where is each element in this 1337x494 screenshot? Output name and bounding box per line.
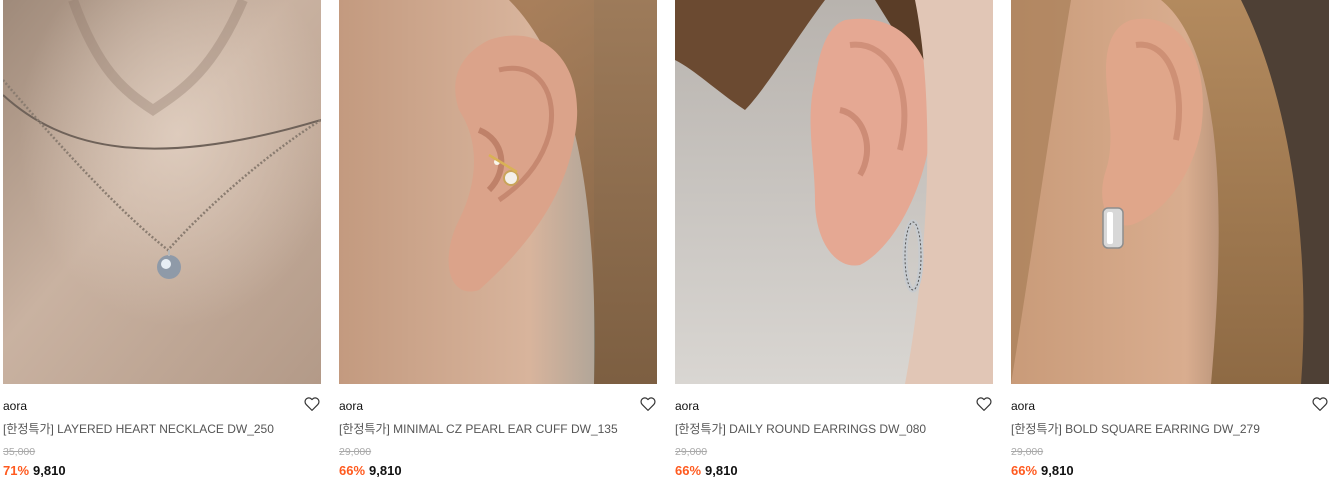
sale-price-row: 66% 9,810 [339, 463, 402, 479]
sale-price: 9,810 [705, 463, 738, 478]
sale-price: 9,810 [33, 463, 66, 478]
product-name[interactable]: [한정특가] BOLD SQUARE EARRING DW_279 [1011, 422, 1260, 437]
heart-outline-icon[interactable] [1311, 395, 1329, 413]
sale-price-row: 71% 9,810 [3, 463, 66, 479]
heart-outline-icon[interactable] [303, 395, 321, 413]
discount-rate: 66% [1011, 463, 1038, 478]
product-name[interactable]: [한정특가] MINIMAL CZ PEARL EAR CUFF DW_135 [339, 422, 618, 437]
discount-rate: 66% [675, 463, 702, 478]
brand-name[interactable]: aora [339, 399, 363, 413]
sale-price-row: 66% 9,810 [675, 463, 738, 479]
sale-price: 9,810 [1041, 463, 1074, 478]
product-image-ear-cuff[interactable] [339, 0, 657, 384]
product-card[interactable]: aora [한정특가] BOLD SQUARE EARRING DW_279 2… [1011, 0, 1329, 494]
heart-outline-icon[interactable] [639, 395, 657, 413]
sale-price-row: 66% 9,810 [1011, 463, 1074, 479]
original-price: 29,000 [1011, 446, 1044, 458]
brand-name[interactable]: aora [1011, 399, 1035, 413]
brand-name[interactable]: aora [675, 399, 699, 413]
heart-outline-icon[interactable] [975, 395, 993, 413]
original-price: 29,000 [339, 446, 372, 458]
product-name[interactable]: [한정특가] DAILY ROUND EARRINGS DW_080 [675, 422, 926, 437]
product-grid: aora [한정특가] LAYERED HEART NECKLACE DW_25… [3, 0, 1337, 494]
product-card[interactable]: aora [한정특가] MINIMAL CZ PEARL EAR CUFF DW… [339, 0, 657, 494]
discount-rate: 66% [339, 463, 366, 478]
brand-name[interactable]: aora [3, 399, 27, 413]
product-name[interactable]: [한정특가] LAYERED HEART NECKLACE DW_250 [3, 422, 274, 437]
original-price: 29,000 [675, 446, 708, 458]
sale-price: 9,810 [369, 463, 402, 478]
product-image-necklace[interactable] [3, 0, 321, 384]
product-image-round-earrings[interactable] [675, 0, 993, 384]
original-price: 35,000 [3, 446, 36, 458]
discount-rate: 71% [3, 463, 30, 478]
product-card[interactable]: aora [한정특가] DAILY ROUND EARRINGS DW_080 … [675, 0, 993, 494]
product-image-square-earring[interactable] [1011, 0, 1329, 384]
product-card[interactable]: aora [한정특가] LAYERED HEART NECKLACE DW_25… [3, 0, 321, 494]
